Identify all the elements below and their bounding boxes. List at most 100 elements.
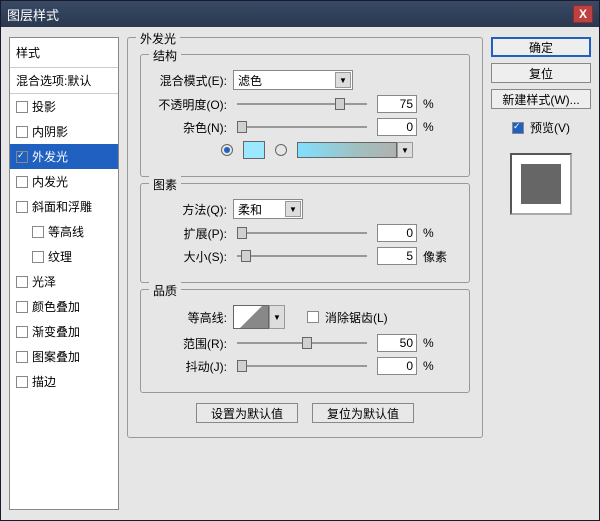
style-checkbox[interactable] xyxy=(16,126,28,138)
reset-default-button[interactable]: 复位为默认值 xyxy=(312,403,414,423)
styles-sidebar: 样式 混合选项:默认 投影内阴影外发光内发光斜面和浮雕等高线纹理光泽颜色叠加渐变… xyxy=(9,37,119,510)
style-checkbox[interactable] xyxy=(16,201,28,213)
blend-mode-label: 混合模式(E): xyxy=(151,72,227,89)
style-item[interactable]: 等高线 xyxy=(10,219,118,244)
style-item-label: 图案叠加 xyxy=(32,348,80,365)
glow-gradient-swatch[interactable] xyxy=(297,142,397,158)
style-checkbox[interactable] xyxy=(32,251,44,263)
size-input[interactable] xyxy=(377,247,417,265)
style-item[interactable]: 内发光 xyxy=(10,169,118,194)
preview-swatch xyxy=(510,153,572,215)
style-checkbox[interactable] xyxy=(16,101,28,113)
ok-button[interactable]: 确定 xyxy=(491,37,591,57)
cancel-button[interactable]: 复位 xyxy=(491,63,591,83)
style-item[interactable]: 纹理 xyxy=(10,244,118,269)
chevron-down-icon[interactable]: ▼ xyxy=(269,305,285,329)
section-title: 外发光 xyxy=(136,30,180,47)
close-icon: X xyxy=(579,7,587,21)
close-button[interactable]: X xyxy=(573,5,593,23)
quality-group: 品质 等高线: ▼ 消除锯齿(L) 范围(R): xyxy=(140,289,470,393)
range-label: 范围(R): xyxy=(151,335,227,352)
style-item[interactable]: 外发光 xyxy=(10,144,118,169)
size-slider[interactable] xyxy=(237,255,367,257)
antialias-checkbox[interactable] xyxy=(307,311,319,323)
jitter-slider[interactable] xyxy=(237,365,367,367)
opacity-slider[interactable] xyxy=(237,103,367,105)
new-style-button[interactable]: 新建样式(W)... xyxy=(491,89,591,109)
style-item-label: 光泽 xyxy=(32,273,56,290)
style-item-label: 渐变叠加 xyxy=(32,323,80,340)
style-item-label: 投影 xyxy=(32,98,56,115)
glow-color-swatch[interactable] xyxy=(243,141,265,159)
style-checkbox[interactable] xyxy=(16,276,28,288)
range-input[interactable] xyxy=(377,334,417,352)
outer-glow-section: 外发光 结构 混合模式(E): 滤色 ▼ 不透明度(O): % xyxy=(127,37,483,438)
style-item-label: 描边 xyxy=(32,373,56,390)
style-checkbox[interactable] xyxy=(16,326,28,338)
blend-options-item[interactable]: 混合选项:默认 xyxy=(10,68,118,94)
preview-label: 预览(V) xyxy=(530,119,570,136)
jitter-input[interactable] xyxy=(377,357,417,375)
style-item[interactable]: 斜面和浮雕 xyxy=(10,194,118,219)
style-item-label: 斜面和浮雕 xyxy=(32,198,92,215)
window-title: 图层样式 xyxy=(7,5,573,24)
style-item[interactable]: 投影 xyxy=(10,94,118,119)
spread-input[interactable] xyxy=(377,224,417,242)
style-item-label: 颜色叠加 xyxy=(32,298,80,315)
technique-label: 方法(Q): xyxy=(151,201,227,218)
chevron-down-icon[interactable]: ▼ xyxy=(397,142,413,158)
style-item[interactable]: 颜色叠加 xyxy=(10,294,118,319)
opacity-unit: % xyxy=(423,97,434,111)
chevron-down-icon: ▼ xyxy=(285,201,301,217)
gradient-radio[interactable] xyxy=(275,144,287,156)
style-item[interactable]: 图案叠加 xyxy=(10,344,118,369)
style-checkbox[interactable] xyxy=(16,351,28,363)
technique-select[interactable]: 柔和 ▼ xyxy=(233,199,303,219)
elements-title: 图素 xyxy=(149,176,181,193)
right-column: 确定 复位 新建样式(W)... 预览(V) xyxy=(491,37,591,510)
noise-slider[interactable] xyxy=(237,126,367,128)
style-checkbox[interactable] xyxy=(16,376,28,388)
contour-label: 等高线: xyxy=(151,309,227,326)
style-item-label: 内发光 xyxy=(32,173,68,190)
antialias-label: 消除锯齿(L) xyxy=(325,309,388,326)
style-item[interactable]: 内阴影 xyxy=(10,119,118,144)
sidebar-header[interactable]: 样式 xyxy=(10,38,118,68)
range-slider[interactable] xyxy=(237,342,367,344)
elements-group: 图素 方法(Q): 柔和 ▼ 扩展(P): % xyxy=(140,183,470,283)
noise-input[interactable] xyxy=(377,118,417,136)
style-item[interactable]: 描边 xyxy=(10,369,118,394)
chevron-down-icon: ▼ xyxy=(335,72,351,88)
range-unit: % xyxy=(423,336,434,350)
noise-unit: % xyxy=(423,120,434,134)
style-item[interactable]: 光泽 xyxy=(10,269,118,294)
size-label: 大小(S): xyxy=(151,248,227,265)
jitter-unit: % xyxy=(423,359,434,373)
dialog-body: 样式 混合选项:默认 投影内阴影外发光内发光斜面和浮雕等高线纹理光泽颜色叠加渐变… xyxy=(1,27,599,520)
style-item-label: 外发光 xyxy=(32,148,68,165)
style-item-label: 内阴影 xyxy=(32,123,68,140)
jitter-label: 抖动(J): xyxy=(151,358,227,375)
set-default-button[interactable]: 设置为默认值 xyxy=(196,403,298,423)
structure-group: 结构 混合模式(E): 滤色 ▼ 不透明度(O): % xyxy=(140,54,470,177)
style-checkbox[interactable] xyxy=(16,176,28,188)
color-radio[interactable] xyxy=(221,144,233,156)
style-checkbox[interactable] xyxy=(16,151,28,163)
style-item-label: 等高线 xyxy=(48,223,84,240)
noise-label: 杂色(N): xyxy=(151,119,227,136)
quality-title: 品质 xyxy=(149,282,181,299)
style-checkbox[interactable] xyxy=(32,226,44,238)
blend-mode-select[interactable]: 滤色 ▼ xyxy=(233,70,353,90)
layer-style-dialog: 图层样式 X 样式 混合选项:默认 投影内阴影外发光内发光斜面和浮雕等高线纹理光… xyxy=(0,0,600,521)
spread-slider[interactable] xyxy=(237,232,367,234)
contour-picker[interactable] xyxy=(233,305,269,329)
structure-title: 结构 xyxy=(149,47,181,64)
titlebar: 图层样式 X xyxy=(1,1,599,27)
spread-label: 扩展(P): xyxy=(151,225,227,242)
size-unit: 像素 xyxy=(423,248,447,265)
style-item[interactable]: 渐变叠加 xyxy=(10,319,118,344)
style-checkbox[interactable] xyxy=(16,301,28,313)
main-panel: 外发光 结构 混合模式(E): 滤色 ▼ 不透明度(O): % xyxy=(127,37,483,510)
opacity-input[interactable] xyxy=(377,95,417,113)
preview-checkbox[interactable] xyxy=(512,122,524,134)
